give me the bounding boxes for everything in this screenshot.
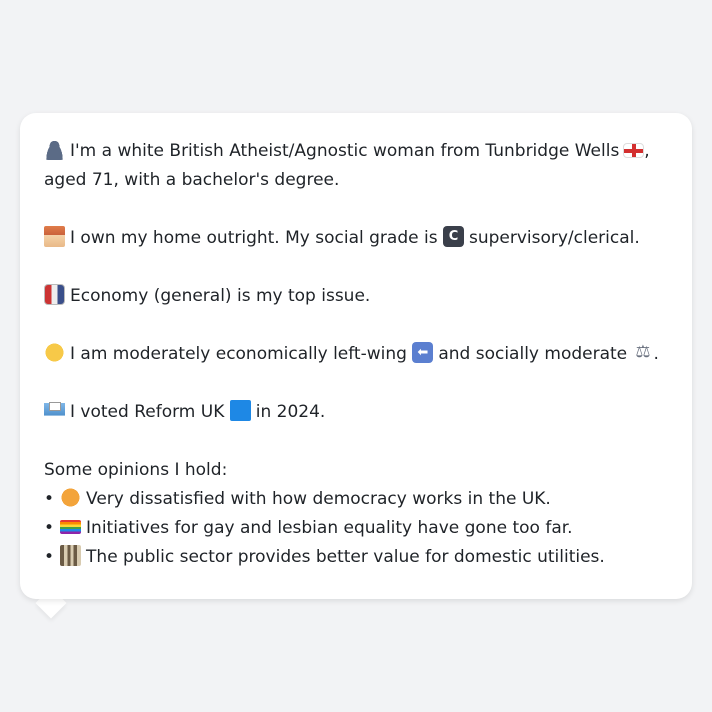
bullet: • [44,547,55,567]
identity-text: I'm a white British Atheist/Agnostic wom… [70,141,620,161]
balance-scale-icon [633,342,654,363]
economic-stance-text: I am moderately economically left-wing [70,344,407,364]
person-silhouette-icon [44,139,65,160]
identity-line: I'm a white British Atheist/Agnostic wom… [44,137,668,166]
vote-text: I voted Reform UK [70,402,225,422]
economy-icon [44,284,65,305]
identity-comma: , [644,141,650,161]
opinion-item: • Very dissatisfied with how democracy wo… [44,485,668,514]
house-icon [44,226,65,247]
opinion-item: • The public sector provides better value… [44,543,668,572]
vote-year-text: in 2024. [255,402,326,422]
bullet: • [44,518,55,538]
thinking-face-icon [44,342,65,363]
rainbow-flag-icon [60,520,82,534]
vote-line: I voted Reform UK in 2024. [44,398,668,427]
angry-face-icon [60,487,82,508]
opinion-item: • Initiatives for gay and lesbian equalit… [44,514,668,543]
social-grade-text: supervisory/clerical. [468,228,640,248]
left-arrow-icon [412,342,434,363]
classical-building-icon [60,545,82,566]
opinion-text: Very dissatisfied with how democracy wor… [86,489,551,509]
england-flag-icon [623,143,645,158]
age-education-line: aged 71, with a bachelor's degree. [44,170,340,190]
top-issue-text: Economy (general) is my top issue. [70,286,371,306]
opinion-text: The public sector provides better value … [86,547,605,567]
bullet: • [44,489,55,509]
opinions-heading: Some opinions I hold: [44,460,228,480]
ballot-box-icon [44,400,65,421]
blue-square-icon [229,400,251,421]
c-letter-icon [442,226,464,247]
home-text: I own my home outright. My social grade … [70,228,438,248]
top-issue-line: Economy (general) is my top issue. [44,282,668,311]
politics-line: I am moderately economically left-wing a… [44,340,668,369]
opinion-text: Initiatives for gay and lesbian equality… [86,518,573,538]
social-stance-text: and socially moderate [438,344,628,364]
persona-speech-bubble: I'm a white British Atheist/Agnostic wom… [20,113,692,599]
politics-period: . [653,344,659,364]
home-line: I own my home outright. My social grade … [44,224,668,253]
